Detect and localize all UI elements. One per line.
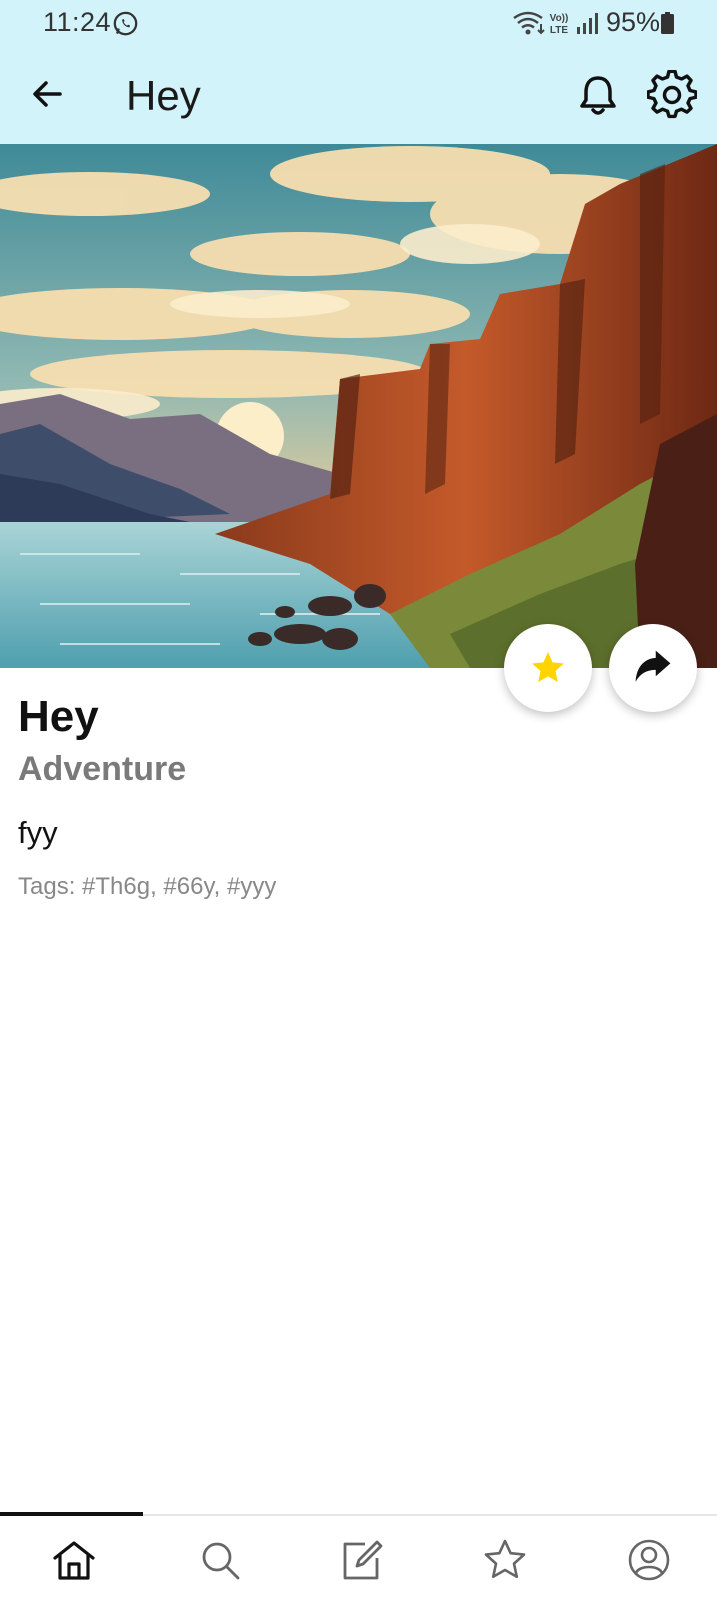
svg-text:LTE: LTE: [550, 25, 568, 36]
top-bar: 11:24 Vo)) LTE 95% Hey: [0, 0, 717, 144]
share-button[interactable]: [609, 624, 697, 712]
star-icon: [532, 652, 564, 682]
wifi-icon: [513, 11, 545, 35]
bell-icon[interactable]: [573, 70, 623, 120]
profile-icon[interactable]: [625, 1536, 673, 1584]
svg-text:Vo)): Vo)): [550, 13, 569, 24]
battery-percent: 95%: [606, 7, 661, 37]
whatsapp-icon: [113, 11, 138, 36]
share-icon: [635, 650, 671, 682]
edit-icon[interactable]: [337, 1536, 385, 1584]
home-icon[interactable]: [50, 1536, 98, 1584]
post-title: Hey: [18, 692, 99, 741]
star-outline-icon[interactable]: [481, 1536, 529, 1584]
status-time: 11:24: [43, 7, 112, 37]
search-icon[interactable]: [196, 1536, 244, 1584]
app-bar-title: Hey: [126, 72, 201, 119]
volte-icon: Vo)) LTE: [550, 13, 569, 36]
post-body: fyy: [18, 815, 58, 850]
bottom-nav: [0, 1516, 717, 1600]
post-category: Adventure: [18, 750, 187, 788]
landscape-illustration: [0, 144, 717, 668]
screen: 11:24 Vo)) LTE 95% Hey Hey Adventure fyy…: [0, 0, 717, 1600]
back-arrow-icon[interactable]: [24, 70, 72, 118]
battery-icon: [661, 12, 674, 34]
gear-icon[interactable]: [647, 70, 697, 120]
post-tags: Tags: #Th6g, #66y, #yyy: [18, 873, 277, 900]
favorite-button[interactable]: [504, 624, 592, 712]
signal-icon: [577, 13, 598, 34]
hero-image: [0, 144, 717, 668]
